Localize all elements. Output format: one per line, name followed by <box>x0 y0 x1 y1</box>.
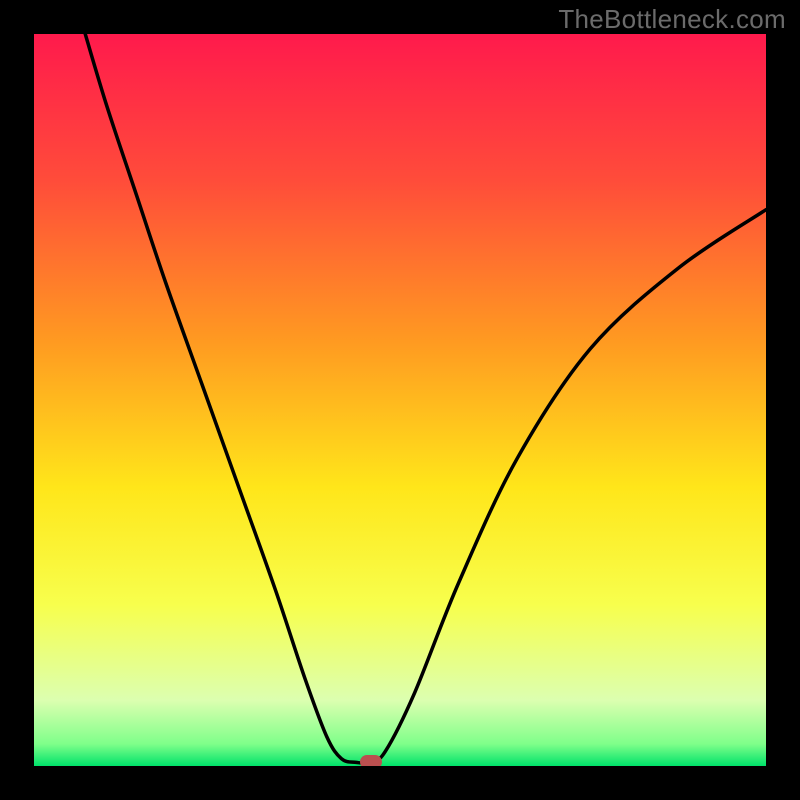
chart-svg <box>34 34 766 766</box>
chart-frame: TheBottleneck.com <box>0 0 800 800</box>
optimal-marker <box>360 755 382 766</box>
chart-plot <box>34 34 766 766</box>
watermark-label: TheBottleneck.com <box>558 4 786 35</box>
gradient-background <box>34 34 766 766</box>
